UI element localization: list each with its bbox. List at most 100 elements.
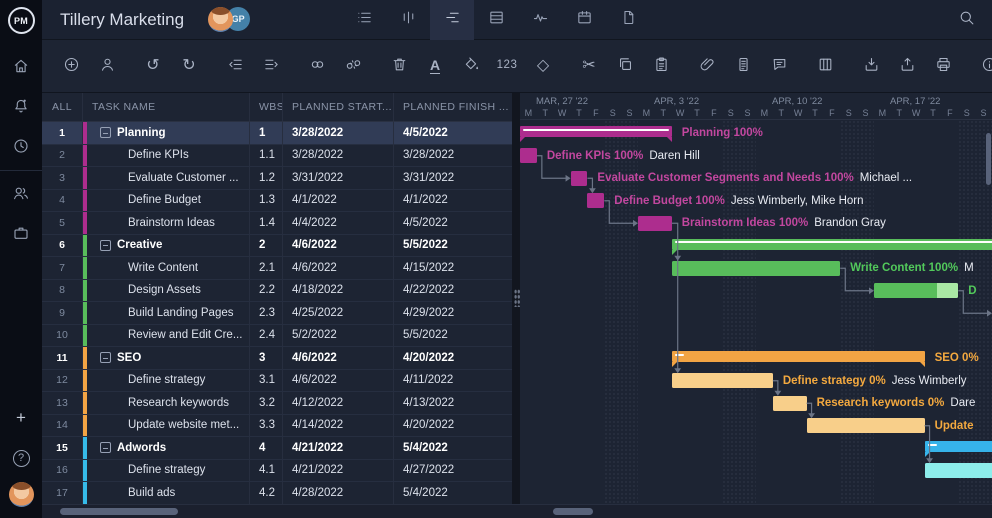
column-header-planned-start[interactable]: PLANNED START... — [283, 93, 394, 121]
sidebar-item-portfolio[interactable] — [0, 215, 42, 255]
redo-button[interactable]: ↻ — [178, 55, 200, 77]
gantt-bar[interactable] — [672, 261, 841, 276]
help-button[interactable]: ? — [0, 438, 42, 478]
columns-button[interactable] — [814, 55, 836, 77]
cut-button[interactable]: ✂ — [578, 55, 600, 77]
gantt-bar[interactable] — [925, 463, 992, 478]
gantt-bar[interactable] — [638, 216, 672, 231]
task-name-cell: Write Content — [83, 257, 250, 279]
info-button[interactable] — [978, 55, 992, 77]
copy-button[interactable] — [614, 55, 636, 77]
gantt-bar[interactable] — [520, 126, 672, 137]
view-tab-gantt[interactable] — [430, 0, 474, 40]
view-tab-board[interactable] — [386, 0, 430, 40]
week-label: MAR, 27 '22 — [536, 96, 588, 107]
gantt-horizontal-scrollbar[interactable] — [553, 508, 593, 515]
unlink-tasks-button[interactable] — [342, 55, 364, 77]
collapse-toggle-icon[interactable] — [100, 352, 111, 363]
table-row[interactable]: 3Evaluate Customer ...1.23/31/20223/31/2… — [42, 167, 512, 190]
undo-button[interactable]: ↺ — [142, 55, 164, 77]
table-row[interactable]: 5Brainstorm Ideas1.44/4/20224/5/2022 — [42, 212, 512, 235]
app-logo[interactable]: PM — [8, 7, 35, 34]
table-row[interactable]: 14Update website met...3.34/14/20224/20/… — [42, 415, 512, 438]
table-row[interactable]: 7Write Content2.14/6/20224/15/2022 — [42, 257, 512, 280]
search-button[interactable] — [954, 8, 978, 32]
column-header-all[interactable]: ALL — [42, 93, 83, 121]
table-row[interactable]: 8Design Assets2.24/18/20224/22/2022 — [42, 280, 512, 303]
gantt-bar[interactable] — [874, 283, 958, 298]
export-button[interactable] — [896, 55, 918, 77]
table-row[interactable]: 17Build ads4.24/28/20225/4/2022 — [42, 482, 512, 504]
planned-finish-cell: 3/28/2022 — [394, 145, 512, 167]
task-name-cell: Evaluate Customer ... — [83, 167, 250, 189]
view-tab-docs[interactable] — [606, 0, 650, 40]
project-members[interactable]: GP — [208, 7, 250, 32]
table-row[interactable]: 13Research keywords3.24/12/20224/13/2022 — [42, 392, 512, 415]
gantt-bar[interactable] — [672, 351, 925, 362]
table-row[interactable]: 11SEO34/6/20224/20/2022 — [42, 347, 512, 370]
help-icon: ? — [13, 450, 30, 467]
assign-button[interactable] — [96, 55, 118, 77]
view-tab-activity[interactable] — [518, 0, 562, 40]
sidebar-item-notifications[interactable] — [0, 88, 42, 128]
comment-button[interactable] — [768, 55, 790, 77]
delete-button[interactable] — [388, 55, 410, 77]
table-row[interactable]: 16Define strategy4.14/21/20224/27/2022 — [42, 460, 512, 483]
table-row[interactable]: 6Creative24/6/20225/5/2022 — [42, 235, 512, 258]
paste-button[interactable] — [650, 55, 672, 77]
table-row[interactable]: 9Build Landing Pages2.34/25/20224/29/202… — [42, 302, 512, 325]
collapse-toggle-icon[interactable] — [100, 442, 111, 453]
sidebar-item-team[interactable] — [0, 175, 42, 215]
task-color-strip — [83, 145, 87, 167]
sidebar-item-recent[interactable] — [0, 128, 42, 168]
column-header-wbs[interactable]: WBS — [250, 93, 283, 121]
gantt-bar[interactable] — [672, 373, 773, 388]
print-button[interactable] — [932, 55, 954, 77]
view-tab-calendar[interactable] — [562, 0, 606, 40]
collapse-toggle-icon[interactable] — [100, 127, 111, 138]
planned-finish-cell: 4/27/2022 — [394, 460, 512, 482]
planned-start-cell: 4/6/2022 — [283, 235, 394, 257]
view-tab-sheet[interactable] — [474, 0, 518, 40]
underline-button[interactable]: A — [424, 55, 446, 77]
gantt-bar[interactable] — [773, 396, 807, 411]
column-header-task-name[interactable]: TASK NAME — [83, 93, 250, 121]
user-profile-button[interactable] — [0, 478, 42, 518]
gantt-bar[interactable] — [587, 193, 604, 208]
gantt-bar[interactable] — [925, 441, 992, 452]
view-switcher — [342, 0, 650, 40]
table-horizontal-scrollbar[interactable] — [60, 508, 178, 515]
gantt-bar[interactable] — [520, 148, 537, 163]
gantt-bar[interactable] — [672, 239, 992, 250]
table-row[interactable]: 2Define KPIs1.13/28/20223/28/2022 — [42, 145, 512, 168]
view-tab-list[interactable] — [342, 0, 386, 40]
table-row[interactable]: 10Review and Edit Cre...2.45/2/20225/5/2… — [42, 325, 512, 348]
gantt-bar[interactable] — [571, 171, 588, 186]
activity-view-icon — [532, 9, 549, 31]
table-row[interactable]: 4Define Budget1.34/1/20224/1/2022 — [42, 190, 512, 213]
numbers-button[interactable]: 123 — [496, 55, 518, 77]
import-button[interactable] — [860, 55, 882, 77]
table-row[interactable]: 15Adwords44/21/20225/4/2022 — [42, 437, 512, 460]
planned-start-cell: 4/21/2022 — [283, 437, 394, 459]
table-row[interactable]: 1Planning13/28/20224/5/2022 — [42, 122, 512, 145]
column-header-planned-finish[interactable]: PLANNED FINISH ... — [394, 93, 512, 121]
collapse-toggle-icon[interactable] — [100, 240, 111, 251]
indent-button[interactable] — [260, 55, 282, 77]
outdent-button[interactable] — [224, 55, 246, 77]
add-task-button[interactable] — [60, 55, 82, 77]
attachment-button[interactable] — [696, 55, 718, 77]
notes-button[interactable] — [732, 55, 754, 77]
gantt-bar[interactable] — [807, 418, 925, 433]
gantt-vertical-scrollbar[interactable] — [986, 133, 991, 185]
add-new-button[interactable]: + — [0, 398, 42, 438]
pane-splitter[interactable] — [512, 93, 520, 504]
sidebar-item-home[interactable] — [0, 48, 42, 88]
row-number: 3 — [42, 167, 83, 189]
member-avatar[interactable] — [208, 7, 233, 32]
milestone-button[interactable]: ◇ — [532, 55, 554, 77]
link-tasks-button[interactable] — [306, 55, 328, 77]
day-letter: T — [807, 108, 824, 118]
table-row[interactable]: 12Define strategy3.14/6/20224/11/2022 — [42, 370, 512, 393]
fill-color-button[interactable] — [460, 55, 482, 77]
